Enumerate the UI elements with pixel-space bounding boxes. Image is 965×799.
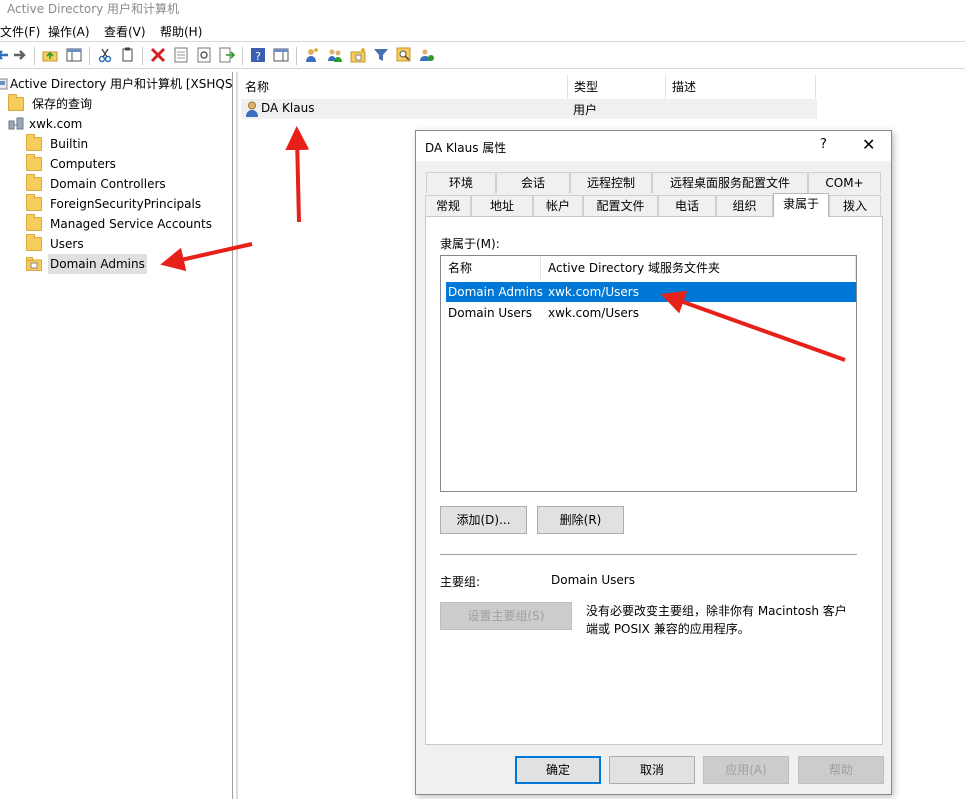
filter-icon[interactable] xyxy=(373,47,389,63)
tree-container-users[interactable]: Users xyxy=(26,234,226,254)
remove-button[interactable]: 删除(R) xyxy=(537,506,624,534)
tree-saved-queries[interactable]: 保存的查询 xyxy=(8,94,208,114)
member-row-domain-admins[interactable]: Domain Admins xwk.com/Users xyxy=(446,282,856,302)
properties-dialog: DA Klaus 属性 ? ✕ 环境 会话 远程控制 远程桌面服务配置文件 CO… xyxy=(415,130,892,795)
member-folder: xwk.com/Users xyxy=(548,306,639,320)
ad-users-computers-window: Active Directory 用户和计算机 文件(F) 操作(A) 查看(V… xyxy=(0,0,965,799)
folder-icon xyxy=(26,194,42,211)
member-of-list[interactable]: 名称 Active Directory 域服务文件夹 Domain Admins… xyxy=(440,255,857,492)
new-group-icon[interactable] xyxy=(327,47,343,63)
member-of-label: 隶属于(M): xyxy=(440,237,500,251)
new-user-icon[interactable] xyxy=(304,47,320,63)
title-bar: Active Directory 用户和计算机 xyxy=(0,0,965,18)
tree-container-computers[interactable]: Computers xyxy=(26,154,226,174)
copy-icon[interactable] xyxy=(120,47,136,63)
refresh-icon[interactable] xyxy=(196,47,212,63)
set-primary-group-button[interactable]: 设置主要组(S) xyxy=(440,602,572,630)
help-button[interactable]: 帮助 xyxy=(798,756,884,784)
tab-com-plus[interactable]: COM+ xyxy=(808,172,881,193)
properties-icon[interactable] xyxy=(173,47,189,63)
window-title: Active Directory 用户和计算机 xyxy=(7,2,180,16)
menu-help[interactable]: 帮助(H) xyxy=(160,23,202,40)
menu-file[interactable]: 文件(F) xyxy=(0,23,40,40)
tree-container-managed-service-accounts[interactable]: Managed Service Accounts xyxy=(26,214,232,234)
back-icon[interactable] xyxy=(0,47,10,63)
show-action-pane-icon[interactable] xyxy=(273,47,289,63)
divider xyxy=(440,554,857,555)
member-folder: xwk.com/Users xyxy=(548,285,639,299)
menu-bar: 文件(F) 操作(A) 查看(V) 帮助(H) xyxy=(0,20,965,42)
expand-chevron-icon[interactable]: › xyxy=(0,114,1,134)
tab-general[interactable]: 常规 xyxy=(425,195,471,216)
up-folder-icon[interactable] xyxy=(42,47,58,63)
column-header-type[interactable]: 类型 xyxy=(568,75,666,99)
console-tree: Active Directory 用户和计算机 [XSHQSD 保存的查询 › … xyxy=(0,72,233,799)
domain-icon xyxy=(8,117,24,130)
member-row-domain-users[interactable]: Domain Users xwk.com/Users xyxy=(446,303,856,323)
svg-text:?: ? xyxy=(255,50,261,63)
members-column-folder[interactable]: Active Directory 域服务文件夹 xyxy=(541,256,856,280)
add-button[interactable]: 添加(D)... xyxy=(440,506,527,534)
tree-container-foreign-security-principals[interactable]: ForeignSecurityPrincipals xyxy=(26,194,232,214)
folder-icon xyxy=(26,234,42,251)
context-help-button[interactable]: ? xyxy=(820,137,827,152)
export-list-icon[interactable] xyxy=(219,47,235,63)
menu-view[interactable]: 查看(V) xyxy=(104,23,146,40)
tab-dial-in[interactable]: 拨入 xyxy=(829,195,881,216)
list-row-da-klaus[interactable]: DA Klaus 用户 xyxy=(241,99,817,119)
toolbar: ? xyxy=(0,43,965,69)
show-hide-tree-icon[interactable] xyxy=(66,47,82,63)
dialog-close-button[interactable]: ✕ xyxy=(862,135,875,154)
member-name: Domain Users xyxy=(448,306,532,320)
list-cell-name: DA Klaus xyxy=(261,101,315,115)
tree-ou-domain-admins[interactable]: Domain Admins xyxy=(26,254,226,274)
folder-icon xyxy=(26,174,42,191)
pane-splitter[interactable] xyxy=(236,72,238,799)
tree-container-domain-controllers[interactable]: Domain Controllers xyxy=(26,174,226,194)
forward-icon[interactable] xyxy=(12,47,28,63)
primary-group-note-line1: 没有必要改变主要组，除非你有 Macintosh 客户 xyxy=(586,604,847,618)
list-cell-type: 用户 xyxy=(573,103,598,117)
tab-environment[interactable]: 环境 xyxy=(426,172,496,193)
tree-domain-xwk[interactable]: › xwk.com xyxy=(0,114,200,134)
dialog-title-bar: DA Klaus 属性 ? ✕ xyxy=(416,131,891,161)
tab-rds-profile[interactable]: 远程桌面服务配置文件 xyxy=(652,172,808,193)
help-icon[interactable]: ? xyxy=(250,47,266,63)
tab-sessions[interactable]: 会话 xyxy=(496,172,570,193)
user-icon xyxy=(246,101,258,117)
folder-icon xyxy=(26,214,42,231)
find-icon[interactable] xyxy=(396,47,412,63)
delete-icon[interactable] xyxy=(150,47,166,63)
tab-address[interactable]: 地址 xyxy=(471,195,533,216)
ok-button[interactable]: 确定 xyxy=(515,756,601,784)
tab-account[interactable]: 帐户 xyxy=(533,195,583,216)
tree-root[interactable]: Active Directory 用户和计算机 [XSHQSD xyxy=(0,74,232,94)
primary-group-label: 主要组: xyxy=(440,575,481,589)
folder-icon xyxy=(26,154,42,171)
tab-profile[interactable]: 配置文件 xyxy=(583,195,658,216)
members-column-name[interactable]: 名称 xyxy=(441,256,541,280)
tab-telephones[interactable]: 电话 xyxy=(658,195,716,216)
ou-folder-icon xyxy=(26,257,42,271)
menu-action[interactable]: 操作(A) xyxy=(48,23,90,40)
primary-group-note-line2: 端或 POSIX 兼容的应用程序。 xyxy=(586,622,750,636)
add-to-group-icon[interactable] xyxy=(419,47,435,63)
tab-member-of[interactable]: 隶属于 xyxy=(773,193,829,217)
cancel-button[interactable]: 取消 xyxy=(609,756,695,784)
primary-group-value: Domain Users xyxy=(551,573,635,587)
dialog-title: DA Klaus 属性 xyxy=(425,141,507,155)
folder-icon xyxy=(8,94,24,111)
column-header-name[interactable]: 名称 xyxy=(239,75,568,99)
tab-organization[interactable]: 组织 xyxy=(716,195,773,216)
member-name: Domain Admins xyxy=(448,285,543,299)
cut-icon[interactable] xyxy=(97,47,113,63)
tree-container-builtin[interactable]: Builtin xyxy=(26,134,226,154)
new-ou-icon[interactable] xyxy=(350,47,366,63)
apply-button[interactable]: 应用(A) xyxy=(703,756,789,784)
column-header-description[interactable]: 描述 xyxy=(666,75,816,99)
tab-remote-control[interactable]: 远程控制 xyxy=(570,172,652,193)
folder-icon xyxy=(26,134,42,151)
